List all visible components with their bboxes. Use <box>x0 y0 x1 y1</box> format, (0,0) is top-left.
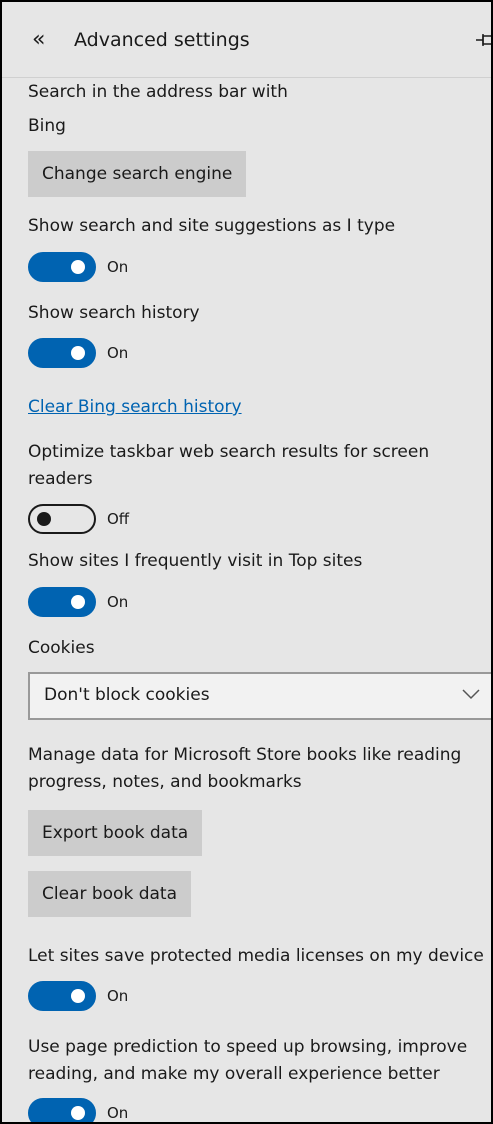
media-licenses-toggle[interactable] <box>28 981 96 1011</box>
media-licenses-label: Let sites save protected media licenses … <box>28 946 484 966</box>
top-sites-toggle[interactable] <box>28 587 96 617</box>
search-history-label: Show search history <box>28 303 200 323</box>
export-book-data-button[interactable]: Export book data <box>28 810 203 856</box>
search-history-toggle-state: On <box>107 344 129 362</box>
suggestions-toggle-state: On <box>107 258 129 276</box>
prediction-toggle-state: On <box>107 1104 129 1122</box>
top-sites-label: Show sites I frequently visit in Top sit… <box>28 551 363 571</box>
search-engine-value: Bing <box>28 116 66 136</box>
books-label-line1: Manage data for Microsoft Store books li… <box>28 745 462 765</box>
panel-header: « Advanced settings <box>2 2 491 78</box>
prediction-label-line2: reading, and make my overall experience … <box>28 1064 440 1084</box>
suggestions-toggle[interactable] <box>28 252 96 282</box>
toggle-knob <box>71 595 85 609</box>
back-chevrons-icon[interactable]: « <box>32 26 45 54</box>
toggle-track <box>28 981 96 1011</box>
cookies-dropdown[interactable]: Don't block cookies <box>28 672 491 720</box>
toggle-knob <box>71 260 85 274</box>
clear-book-data-button[interactable]: Clear book data <box>28 871 191 917</box>
optimize-toggle-state: Off <box>107 510 130 528</box>
toggle-knob <box>71 1106 85 1120</box>
optimize-label-line2: readers <box>28 469 93 489</box>
cookies-dropdown-value: Don't block cookies <box>44 685 210 705</box>
clear-bing-history-link[interactable]: Clear Bing search history <box>28 393 242 422</box>
toggle-knob <box>71 346 85 360</box>
prediction-toggle[interactable] <box>28 1098 96 1122</box>
top-sites-toggle-state: On <box>107 593 129 611</box>
advanced-settings-panel: « Advanced settings Search in the addres… <box>0 0 493 1124</box>
media-licenses-toggle-state: On <box>107 987 129 1005</box>
search-engine-label: Search in the address bar with <box>28 82 288 102</box>
toggle-track <box>28 252 96 282</box>
optimize-label-line1: Optimize taskbar web search results for … <box>28 442 430 462</box>
books-label-line2: progress, notes, and bookmarks <box>28 772 302 792</box>
suggestions-label: Show search and site suggestions as I ty… <box>28 216 396 236</box>
search-history-toggle[interactable] <box>28 338 96 368</box>
toggle-knob <box>71 989 85 1003</box>
pin-icon[interactable] <box>475 30 493 50</box>
toggle-track <box>28 1098 96 1122</box>
page-title: Advanced settings <box>74 29 250 51</box>
optimize-toggle[interactable] <box>28 504 96 534</box>
prediction-label-line1: Use page prediction to speed up browsing… <box>28 1037 468 1057</box>
cookies-label: Cookies <box>28 638 95 658</box>
toggle-knob <box>37 512 51 526</box>
change-search-engine-button[interactable]: Change search engine <box>28 151 247 197</box>
toggle-track <box>28 587 96 617</box>
toggle-track <box>28 338 96 368</box>
chevron-down-icon <box>462 689 480 700</box>
